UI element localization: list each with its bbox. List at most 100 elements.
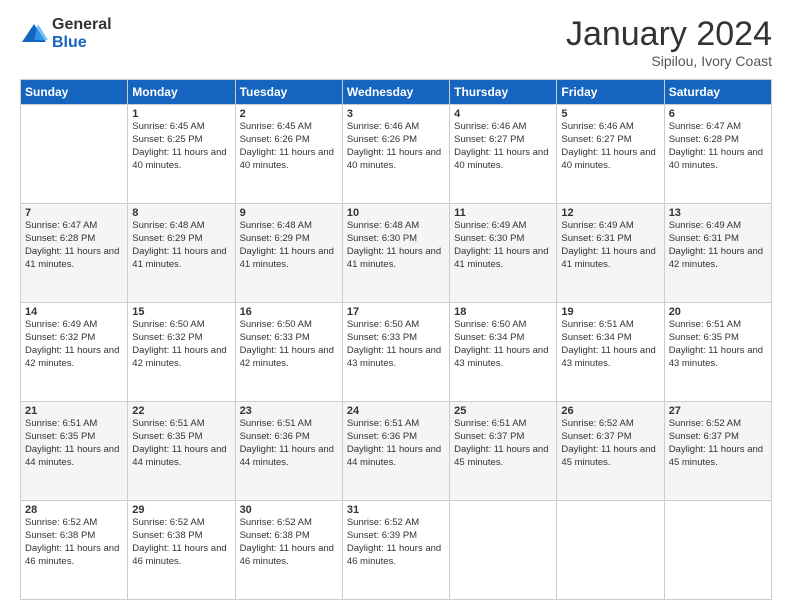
day-info: Sunrise: 6:51 AM Sunset: 6:35 PM Dayligh…: [669, 319, 767, 370]
table-row: 14Sunrise: 6:49 AM Sunset: 6:32 PM Dayli…: [21, 303, 128, 402]
day-info: Sunrise: 6:49 AM Sunset: 6:31 PM Dayligh…: [561, 220, 659, 271]
logo-general-text: General: [52, 16, 112, 34]
day-info: Sunrise: 6:52 AM Sunset: 6:37 PM Dayligh…: [669, 418, 767, 469]
day-info: Sunrise: 6:52 AM Sunset: 6:38 PM Dayligh…: [132, 517, 230, 568]
title-block: January 2024 Sipilou, Ivory Coast: [566, 16, 772, 69]
day-number: 15: [132, 306, 230, 318]
table-row: 23Sunrise: 6:51 AM Sunset: 6:36 PM Dayli…: [235, 402, 342, 501]
table-row: 4Sunrise: 6:46 AM Sunset: 6:27 PM Daylig…: [450, 105, 557, 204]
col-sunday: Sunday: [21, 80, 128, 105]
day-info: Sunrise: 6:52 AM Sunset: 6:38 PM Dayligh…: [240, 517, 338, 568]
week-row-2: 14Sunrise: 6:49 AM Sunset: 6:32 PM Dayli…: [21, 303, 772, 402]
table-row: 15Sunrise: 6:50 AM Sunset: 6:32 PM Dayli…: [128, 303, 235, 402]
day-info: Sunrise: 6:48 AM Sunset: 6:29 PM Dayligh…: [132, 220, 230, 271]
day-number: 22: [132, 405, 230, 417]
day-info: Sunrise: 6:50 AM Sunset: 6:34 PM Dayligh…: [454, 319, 552, 370]
week-row-3: 21Sunrise: 6:51 AM Sunset: 6:35 PM Dayli…: [21, 402, 772, 501]
title-location: Sipilou, Ivory Coast: [566, 53, 772, 69]
table-row: 5Sunrise: 6:46 AM Sunset: 6:27 PM Daylig…: [557, 105, 664, 204]
table-row: 8Sunrise: 6:48 AM Sunset: 6:29 PM Daylig…: [128, 204, 235, 303]
logo: General Blue: [20, 16, 112, 51]
calendar-table: Sunday Monday Tuesday Wednesday Thursday…: [20, 79, 772, 600]
table-row: 13Sunrise: 6:49 AM Sunset: 6:31 PM Dayli…: [664, 204, 771, 303]
table-row: 25Sunrise: 6:51 AM Sunset: 6:37 PM Dayli…: [450, 402, 557, 501]
table-row: 31Sunrise: 6:52 AM Sunset: 6:39 PM Dayli…: [342, 501, 449, 600]
col-tuesday: Tuesday: [235, 80, 342, 105]
day-info: Sunrise: 6:52 AM Sunset: 6:38 PM Dayligh…: [25, 517, 123, 568]
day-number: 12: [561, 207, 659, 219]
table-row: 10Sunrise: 6:48 AM Sunset: 6:30 PM Dayli…: [342, 204, 449, 303]
day-number: 5: [561, 108, 659, 120]
table-row: [450, 501, 557, 600]
logo-blue-text: Blue: [52, 34, 112, 52]
table-row: [557, 501, 664, 600]
day-number: 10: [347, 207, 445, 219]
day-number: 27: [669, 405, 767, 417]
day-info: Sunrise: 6:51 AM Sunset: 6:36 PM Dayligh…: [347, 418, 445, 469]
col-monday: Monday: [128, 80, 235, 105]
day-number: 2: [240, 108, 338, 120]
week-row-0: 1Sunrise: 6:45 AM Sunset: 6:25 PM Daylig…: [21, 105, 772, 204]
table-row: 6Sunrise: 6:47 AM Sunset: 6:28 PM Daylig…: [664, 105, 771, 204]
logo-icon: [20, 20, 48, 48]
day-info: Sunrise: 6:50 AM Sunset: 6:32 PM Dayligh…: [132, 319, 230, 370]
table-row: 11Sunrise: 6:49 AM Sunset: 6:30 PM Dayli…: [450, 204, 557, 303]
logo-text: General Blue: [52, 16, 112, 51]
table-row: 22Sunrise: 6:51 AM Sunset: 6:35 PM Dayli…: [128, 402, 235, 501]
day-info: Sunrise: 6:46 AM Sunset: 6:26 PM Dayligh…: [347, 121, 445, 172]
day-number: 20: [669, 306, 767, 318]
day-number: 17: [347, 306, 445, 318]
table-row: 20Sunrise: 6:51 AM Sunset: 6:35 PM Dayli…: [664, 303, 771, 402]
day-info: Sunrise: 6:45 AM Sunset: 6:26 PM Dayligh…: [240, 121, 338, 172]
table-row: 1Sunrise: 6:45 AM Sunset: 6:25 PM Daylig…: [128, 105, 235, 204]
day-info: Sunrise: 6:49 AM Sunset: 6:31 PM Dayligh…: [669, 220, 767, 271]
day-number: 7: [25, 207, 123, 219]
day-info: Sunrise: 6:47 AM Sunset: 6:28 PM Dayligh…: [25, 220, 123, 271]
day-number: 21: [25, 405, 123, 417]
table-row: [664, 501, 771, 600]
title-month: January 2024: [566, 16, 772, 53]
table-row: 16Sunrise: 6:50 AM Sunset: 6:33 PM Dayli…: [235, 303, 342, 402]
table-row: 30Sunrise: 6:52 AM Sunset: 6:38 PM Dayli…: [235, 501, 342, 600]
day-number: 9: [240, 207, 338, 219]
day-number: 25: [454, 405, 552, 417]
table-row: 18Sunrise: 6:50 AM Sunset: 6:34 PM Dayli…: [450, 303, 557, 402]
day-number: 1: [132, 108, 230, 120]
table-row: 27Sunrise: 6:52 AM Sunset: 6:37 PM Dayli…: [664, 402, 771, 501]
day-number: 6: [669, 108, 767, 120]
col-thursday: Thursday: [450, 80, 557, 105]
day-number: 28: [25, 504, 123, 516]
day-number: 31: [347, 504, 445, 516]
week-row-1: 7Sunrise: 6:47 AM Sunset: 6:28 PM Daylig…: [21, 204, 772, 303]
header: General Blue January 2024 Sipilou, Ivory…: [20, 16, 772, 69]
col-friday: Friday: [557, 80, 664, 105]
day-number: 11: [454, 207, 552, 219]
day-number: 16: [240, 306, 338, 318]
day-number: 4: [454, 108, 552, 120]
day-info: Sunrise: 6:50 AM Sunset: 6:33 PM Dayligh…: [347, 319, 445, 370]
day-number: 18: [454, 306, 552, 318]
day-number: 26: [561, 405, 659, 417]
day-number: 24: [347, 405, 445, 417]
day-number: 14: [25, 306, 123, 318]
day-number: 29: [132, 504, 230, 516]
table-row: [21, 105, 128, 204]
day-info: Sunrise: 6:46 AM Sunset: 6:27 PM Dayligh…: [561, 121, 659, 172]
table-row: 2Sunrise: 6:45 AM Sunset: 6:26 PM Daylig…: [235, 105, 342, 204]
table-row: 3Sunrise: 6:46 AM Sunset: 6:26 PM Daylig…: [342, 105, 449, 204]
day-info: Sunrise: 6:46 AM Sunset: 6:27 PM Dayligh…: [454, 121, 552, 172]
day-info: Sunrise: 6:51 AM Sunset: 6:34 PM Dayligh…: [561, 319, 659, 370]
calendar-header-row: Sunday Monday Tuesday Wednesday Thursday…: [21, 80, 772, 105]
table-row: 7Sunrise: 6:47 AM Sunset: 6:28 PM Daylig…: [21, 204, 128, 303]
day-number: 8: [132, 207, 230, 219]
table-row: 17Sunrise: 6:50 AM Sunset: 6:33 PM Dayli…: [342, 303, 449, 402]
table-row: 28Sunrise: 6:52 AM Sunset: 6:38 PM Dayli…: [21, 501, 128, 600]
table-row: 12Sunrise: 6:49 AM Sunset: 6:31 PM Dayli…: [557, 204, 664, 303]
day-info: Sunrise: 6:49 AM Sunset: 6:30 PM Dayligh…: [454, 220, 552, 271]
table-row: 19Sunrise: 6:51 AM Sunset: 6:34 PM Dayli…: [557, 303, 664, 402]
day-info: Sunrise: 6:51 AM Sunset: 6:36 PM Dayligh…: [240, 418, 338, 469]
table-row: 26Sunrise: 6:52 AM Sunset: 6:37 PM Dayli…: [557, 402, 664, 501]
day-number: 19: [561, 306, 659, 318]
day-info: Sunrise: 6:52 AM Sunset: 6:39 PM Dayligh…: [347, 517, 445, 568]
page: General Blue January 2024 Sipilou, Ivory…: [0, 0, 792, 612]
